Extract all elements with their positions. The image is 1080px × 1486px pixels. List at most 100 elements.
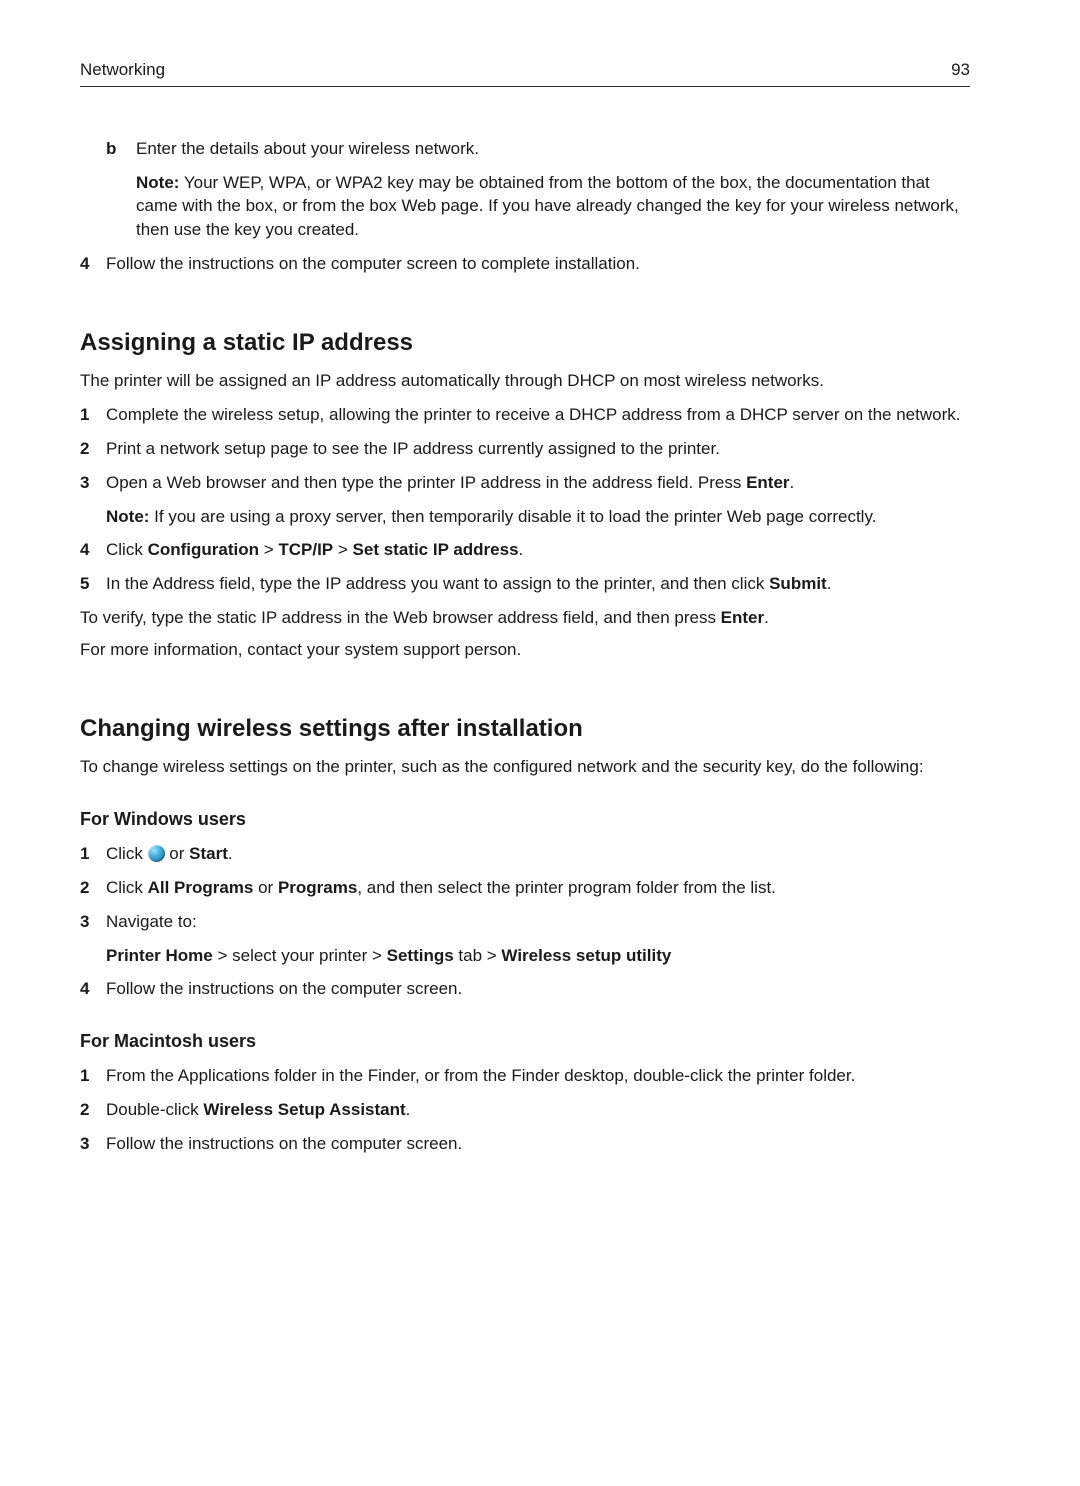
mac-step-1: 1 From the Applications folder in the Fi… <box>80 1064 970 1088</box>
static-step-5: 5 In the Address field, type the IP addr… <box>80 572 970 596</box>
step-body: Click Configuration > TCP/IP > Set stati… <box>106 538 970 562</box>
lettered-sublist: b Enter the details about your wireless … <box>106 137 970 242</box>
static-step-2-text: Print a network setup page to see the IP… <box>106 437 970 461</box>
cont-step-list: 4 Follow the instructions on the compute… <box>80 252 970 276</box>
note-text: If you are using a proxy server, then te… <box>149 507 876 526</box>
static-step-1: 1 Complete the wireless setup, allowing … <box>80 403 970 427</box>
win-step-2: 2 Click All Programs or Programs, and th… <box>80 876 970 900</box>
bold-printer-home: Printer Home <box>106 946 213 965</box>
static-ip-steps: 1 Complete the wireless setup, allowing … <box>80 403 970 596</box>
subhead-macintosh: For Macintosh users <box>80 1029 970 1054</box>
static-step-2: 2 Print a network setup page to see the … <box>80 437 970 461</box>
mac-steps: 1 From the Applications folder in the Fi… <box>80 1064 970 1155</box>
static-step-4-text: Click Configuration > TCP/IP > Set stati… <box>106 538 970 562</box>
step-body: Follow the instructions on the computer … <box>106 977 970 1001</box>
bold-all-programs: All Programs <box>148 878 254 897</box>
step-body: Click All Programs or Programs, and then… <box>106 876 970 900</box>
text-fragment: To verify, type the static IP address in… <box>80 608 721 627</box>
step-body: From the Applications folder in the Find… <box>106 1064 970 1088</box>
text-fragment: . <box>406 1100 411 1119</box>
substep-body: Enter the details about your wireless ne… <box>136 137 970 242</box>
static-step-1-text: Complete the wireless setup, allowing th… <box>106 403 970 427</box>
note-text: Your WEP, WPA, or WPA2 key may be obtain… <box>136 173 959 240</box>
bold-wireless-setup-utility: Wireless setup utility <box>501 946 671 965</box>
step-4: 4 Follow the instructions on the compute… <box>80 252 970 276</box>
win-step-4: 4 Follow the instructions on the compute… <box>80 977 970 1001</box>
substep-b-text: Enter the details about your wireless ne… <box>136 137 970 161</box>
substep-b-note: Note: Your WEP, WPA, or WPA2 key may be … <box>136 171 970 242</box>
text-fragment: In the Address field, type the IP addres… <box>106 574 769 593</box>
bold-configuration: Configuration <box>148 540 259 559</box>
step-number: 3 <box>80 471 106 495</box>
section-title-changing: Changing wireless settings after install… <box>80 712 970 746</box>
step-4-text: Follow the instructions on the computer … <box>106 252 970 276</box>
step-number: 2 <box>80 876 106 900</box>
static-step-4: 4 Click Configuration > TCP/IP > Set sta… <box>80 538 970 562</box>
note-label: Note: <box>136 173 179 192</box>
text-fragment: Click <box>106 878 148 897</box>
text-fragment: Click <box>106 844 148 863</box>
bold-submit: Submit <box>769 574 827 593</box>
step-body: Open a Web browser and then type the pri… <box>106 471 970 529</box>
bold-set-static: Set static IP address <box>353 540 519 559</box>
step-number: 1 <box>80 1064 106 1088</box>
step-body: In the Address field, type the IP addres… <box>106 572 970 596</box>
bold-enter: Enter <box>746 473 789 492</box>
header-page-number: 93 <box>951 58 970 82</box>
step-body: Print a network setup page to see the IP… <box>106 437 970 461</box>
step-number: 4 <box>80 538 106 562</box>
text-fragment: Open a Web browser and then type the pri… <box>106 473 746 492</box>
subhead-windows: For Windows users <box>80 807 970 832</box>
win-step-4-text: Follow the instructions on the computer … <box>106 977 970 1001</box>
step-body: Complete the wireless setup, allowing th… <box>106 403 970 427</box>
step-number: 2 <box>80 1098 106 1122</box>
text-fragment: , and then select the printer program fo… <box>357 878 776 897</box>
step-body: Follow the instructions on the computer … <box>106 252 970 276</box>
step-number: 1 <box>80 842 106 866</box>
bold-enter: Enter <box>721 608 764 627</box>
step-number: 4 <box>80 252 106 276</box>
static-ip-intro: The printer will be assigned an IP addre… <box>80 369 970 393</box>
windows-start-orb-icon <box>148 845 165 862</box>
step-number: 5 <box>80 572 106 596</box>
bold-programs: Programs <box>278 878 357 897</box>
section-title-static-ip: Assigning a static IP address <box>80 326 970 360</box>
mac-step-2-text: Double‑click Wireless Setup Assistant. <box>106 1098 970 1122</box>
continuation-block: b Enter the details about your wireless … <box>106 137 970 242</box>
text-fragment: or <box>253 878 278 897</box>
text-fragment: . <box>827 574 832 593</box>
win-step-3-path: Printer Home > select your printer > Set… <box>106 944 970 968</box>
mac-step-3: 3 Follow the instructions on the compute… <box>80 1132 970 1156</box>
static-more-info: For more information, contact your syste… <box>80 638 970 662</box>
text-fragment: . <box>790 473 795 492</box>
text-fragment: tab > <box>454 946 502 965</box>
text-fragment: . <box>764 608 769 627</box>
text-fragment: . <box>228 844 233 863</box>
breadcrumb-sep: > <box>333 540 352 559</box>
static-step-3-note: Note: If you are using a proxy server, t… <box>106 505 970 529</box>
breadcrumb-sep: > <box>259 540 278 559</box>
header-section: Networking <box>80 58 165 82</box>
mac-step-1-text: From the Applications folder in the Find… <box>106 1064 970 1088</box>
step-body: Navigate to: Printer Home > select your … <box>106 910 970 968</box>
step-number: 3 <box>80 910 106 934</box>
bold-settings: Settings <box>387 946 454 965</box>
bold-wireless-setup-assistant: Wireless Setup Assistant <box>203 1100 405 1119</box>
static-step-3-text: Open a Web browser and then type the pri… <box>106 471 970 495</box>
win-step-3: 3 Navigate to: Printer Home > select you… <box>80 910 970 968</box>
static-step-5-text: In the Address field, type the IP addres… <box>106 572 970 596</box>
mac-step-3-text: Follow the instructions on the computer … <box>106 1132 970 1156</box>
step-number: 2 <box>80 437 106 461</box>
mac-step-2: 2 Double‑click Wireless Setup Assistant. <box>80 1098 970 1122</box>
changing-intro: To change wireless settings on the print… <box>80 755 970 779</box>
win-step-2-text: Click All Programs or Programs, and then… <box>106 876 970 900</box>
windows-steps: 1 Click or Start. 2 Click All Programs o… <box>80 842 970 1001</box>
static-verify: To verify, type the static IP address in… <box>80 606 970 630</box>
step-number: 3 <box>80 1132 106 1156</box>
text-fragment: . <box>519 540 524 559</box>
step-body: Click or Start. <box>106 842 970 866</box>
win-step-1-text: Click or Start. <box>106 842 970 866</box>
step-body: Double‑click Wireless Setup Assistant. <box>106 1098 970 1122</box>
bold-tcpip: TCP/IP <box>278 540 333 559</box>
bold-start: Start <box>189 844 228 863</box>
